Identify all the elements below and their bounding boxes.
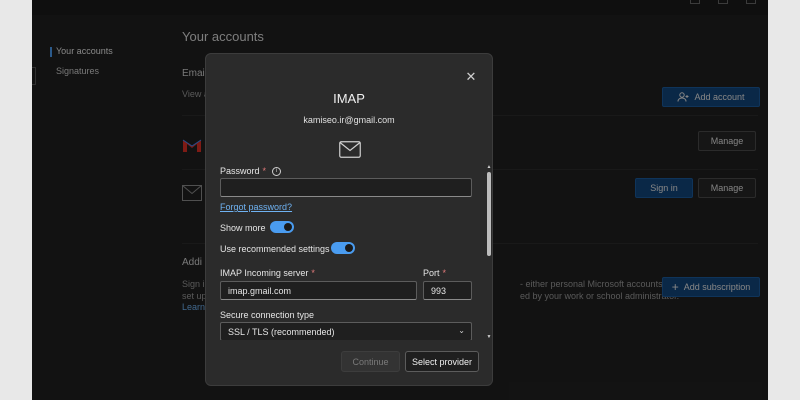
select-provider-button[interactable]: Select provider <box>405 351 479 372</box>
mail-icon <box>339 141 361 158</box>
continue-button[interactable]: Continue <box>341 351 400 372</box>
use-recommended-toggle[interactable] <box>331 242 355 254</box>
secure-connection-select[interactable]: SSL / TLS (recommended) ⌄ <box>220 322 472 340</box>
scroll-down-icon[interactable]: ▼ <box>486 334 492 340</box>
dialog-form: Password * i Forgot password? Show more … <box>220 164 472 340</box>
imap-dialog: ✕ IMAP kamiseo.ir@gmail.com Password * i… <box>205 53 493 386</box>
chevron-down-icon: ⌄ <box>458 326 465 335</box>
imap-server-label-text: IMAP Incoming server <box>220 268 309 278</box>
port-label-text: Port <box>423 268 440 278</box>
use-recommended-label: Use recommended settings <box>220 244 330 254</box>
show-more-label: Show more <box>220 223 266 233</box>
scroll-thumb[interactable] <box>487 172 491 256</box>
imap-server-input[interactable]: imap.gmail.com <box>220 281 417 300</box>
dialog-title: IMAP <box>333 91 365 106</box>
port-input[interactable]: 993 <box>423 281 472 300</box>
required-mark: * <box>311 268 315 278</box>
info-icon[interactable]: i <box>272 166 282 176</box>
password-label: Password * i <box>220 166 282 176</box>
close-icon[interactable]: ✕ <box>464 70 478 84</box>
imap-server-label: IMAP Incoming server * <box>220 268 315 278</box>
scroll-up-icon[interactable]: ▲ <box>486 164 492 170</box>
password-label-text: Password <box>220 166 260 176</box>
port-label: Port * <box>423 268 446 278</box>
account-email: kamiseo.ir@gmail.com <box>303 115 395 125</box>
show-more-toggle[interactable] <box>270 221 294 233</box>
password-input[interactable] <box>220 178 472 197</box>
required-mark: * <box>442 268 447 278</box>
forgot-password-link[interactable]: Forgot password? <box>220 202 292 212</box>
dialog-scrollbar[interactable]: ▲ ▼ <box>486 164 492 340</box>
secure-connection-value: SSL / TLS (recommended) <box>228 327 335 337</box>
secure-connection-label: Secure connection type <box>220 310 315 320</box>
required-mark: * <box>262 166 267 176</box>
